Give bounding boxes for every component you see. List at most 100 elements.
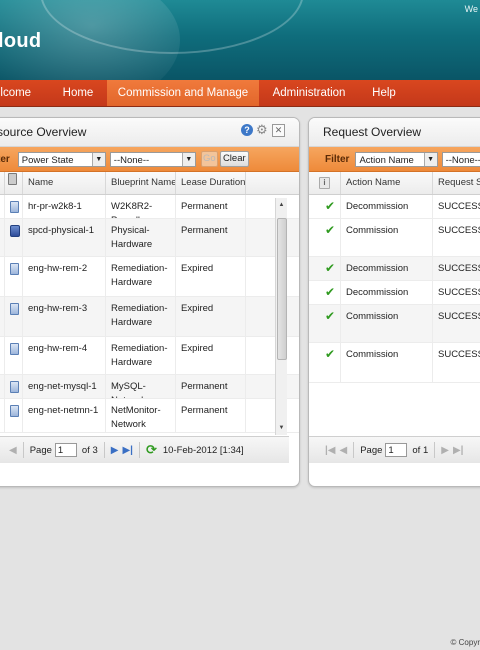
welcome-text: We — [464, 4, 478, 14]
row-action: Decommission — [341, 281, 433, 304]
success-check-icon: ✔ — [325, 347, 336, 361]
resource-table-body: hr-pr-w2k8-1 W2K8R2-Payroll Permanent sp… — [0, 195, 299, 433]
clear-button[interactable]: Clear — [219, 151, 249, 167]
page-count: of 3 — [81, 444, 98, 456]
column-lease-duration[interactable]: Lease Duration — [176, 172, 246, 194]
table-row[interactable]: ✔ Commission SUCCESSF — [309, 305, 480, 343]
column-request-status[interactable]: Request Sta — [433, 172, 480, 194]
table-row[interactable]: ✔ Commission SUCCESSF — [309, 343, 480, 383]
prev-page-icon[interactable]: ◀ — [9, 445, 17, 456]
server-icon — [10, 343, 19, 355]
column-blueprint-name[interactable]: Blueprint Name — [106, 172, 176, 194]
table-row[interactable]: eng-hw-rem-4 Remediation- Hardware Expir… — [0, 337, 299, 375]
success-check-icon: ✔ — [325, 309, 336, 323]
row-blueprint: Remediation- Hardware — [106, 257, 176, 296]
table-row[interactable]: ✔ Decommission SUCCESSF — [309, 195, 480, 219]
column-name[interactable]: Name — [23, 172, 106, 194]
row-name: eng-net-netmn-1 — [23, 399, 106, 432]
copyright-text: © Copyr — [450, 638, 480, 647]
close-icon[interactable]: ✕ — [272, 124, 285, 137]
filter-value-select[interactable]: --None-- — [441, 151, 480, 167]
info-icon: i — [319, 177, 330, 189]
success-check-icon: ✔ — [325, 261, 336, 275]
column-info[interactable]: i — [309, 172, 341, 194]
row-status: SUCCESSF — [438, 225, 480, 236]
row-action: Decommission — [341, 195, 433, 218]
gear-icon[interactable]: ⚙ — [256, 123, 269, 137]
row-blueprint: Remediation- Hardware — [106, 297, 176, 336]
success-check-icon: ✔ — [325, 223, 336, 237]
resource-overview-panel: source Overview ? ⚙ ✕ ter Power State ▼ … — [0, 117, 300, 487]
last-page-icon[interactable]: ▶| — [122, 445, 133, 456]
last-refresh-timestamp: 10-Feb-2012 [1:34] — [162, 444, 244, 456]
nav-help[interactable]: Help — [359, 80, 409, 106]
request-pager: |◀ ◀ Page 1 of 1 ▶ ▶| — [309, 436, 480, 463]
refresh-icon[interactable]: ⟳ — [146, 442, 157, 458]
row-status: SUCCESSF — [438, 263, 480, 274]
page-label: Page — [29, 444, 52, 456]
request-table-body: ✔ Decommission SUCCESSF ✔ Commission SUC… — [309, 195, 480, 383]
row-status: SUCCESSF — [438, 311, 480, 322]
row-blueprint: MySQL-Network — [106, 375, 176, 398]
server-icon — [10, 303, 19, 315]
last-page-icon[interactable]: ▶| — [453, 445, 464, 456]
table-row[interactable]: ✔ Commission SUCCESSF — [309, 219, 480, 257]
success-check-icon: ✔ — [325, 285, 336, 299]
main-nav: elcome Home Commission and Manage Admini… — [0, 80, 480, 107]
table-row[interactable]: eng-net-netmn-1 NetMonitor- Network Perm… — [0, 399, 299, 433]
filter-label: Filter — [325, 153, 350, 165]
first-page-icon[interactable]: |◀ — [325, 445, 336, 456]
row-lease: Permanent — [176, 195, 246, 218]
table-row[interactable]: eng-net-mysql-1 MySQL-Network Permanent — [0, 375, 299, 399]
column-action-name[interactable]: Action Name — [341, 172, 433, 194]
table-row[interactable]: hr-pr-w2k8-1 W2K8R2-Payroll Permanent — [0, 195, 299, 219]
row-action: Commission — [341, 305, 433, 342]
panel-header: source Overview ? ⚙ ✕ — [0, 118, 299, 147]
scroll-down-icon[interactable]: ▼ — [276, 423, 287, 433]
help-icon[interactable]: ? — [241, 124, 253, 136]
row-name: eng-hw-rem-3 — [23, 297, 106, 336]
resource-pager: ◀ Page 1 of 3 ▶ ▶| ⟳ 10-Feb-2012 [1:34] — [0, 436, 289, 463]
prev-page-icon[interactable]: ◀ — [340, 445, 348, 456]
nav-administration[interactable]: Administration — [259, 80, 359, 106]
server-icon — [10, 201, 19, 213]
row-blueprint: Remediation- Hardware — [106, 337, 176, 374]
table-row[interactable]: eng-hw-rem-2 Remediation- Hardware Expir… — [0, 257, 299, 297]
filter-field-select[interactable]: Power State ▼ — [17, 151, 106, 167]
row-name: eng-net-mysql-1 — [23, 375, 106, 398]
go-button[interactable]: Go — [200, 151, 218, 167]
scroll-up-icon[interactable]: ▲ — [276, 200, 287, 210]
row-action: Decommission — [341, 257, 433, 280]
filter-value-select[interactable]: --None-- ▼ — [109, 151, 196, 167]
request-overview-panel: Request Overview Filter Action Name ▼ --… — [308, 117, 480, 487]
panel-title: Request Overview — [323, 125, 422, 139]
table-row[interactable]: eng-hw-rem-3 Remediation- Hardware Expir… — [0, 297, 299, 337]
next-page-icon[interactable]: ▶ — [111, 445, 119, 456]
row-lease: Permanent — [176, 399, 246, 432]
table-scrollbar[interactable]: ▲ ▼ — [275, 198, 287, 435]
table-header: i Action Name Request Sta — [309, 172, 480, 195]
page-input[interactable]: 1 — [385, 443, 408, 457]
filter-label: ter — [0, 153, 10, 165]
chevron-down-icon: ▼ — [91, 152, 105, 166]
physical-server-icon — [10, 225, 20, 237]
row-status: SUCCESSF — [438, 201, 480, 212]
server-icon — [10, 381, 19, 393]
column-type[interactable] — [5, 172, 23, 194]
panel-header: Request Overview — [309, 118, 480, 147]
page-input[interactable]: 1 — [54, 443, 77, 457]
scrollbar-thumb[interactable] — [277, 218, 287, 360]
nav-commission-and-manage[interactable]: Commission and Manage — [107, 80, 259, 106]
nav-welcome[interactable]: elcome — [0, 80, 44, 106]
next-page-icon[interactable]: ▶ — [441, 445, 449, 456]
page-count: of 1 — [412, 444, 429, 456]
row-lease: Permanent — [176, 375, 246, 398]
row-blueprint: Physical- Hardware — [106, 219, 176, 256]
filter-field-select[interactable]: Action Name ▼ — [355, 151, 438, 167]
table-row[interactable]: ✔ Decommission SUCCESSF — [309, 257, 480, 281]
table-row[interactable]: spcd-physical-1 Physical- Hardware Perma… — [0, 219, 299, 257]
table-row[interactable]: ✔ Decommission SUCCESSF — [309, 281, 480, 305]
nav-home[interactable]: Home — [50, 80, 106, 106]
panel-title: source Overview — [0, 125, 87, 139]
row-name: eng-hw-rem-2 — [23, 257, 106, 296]
